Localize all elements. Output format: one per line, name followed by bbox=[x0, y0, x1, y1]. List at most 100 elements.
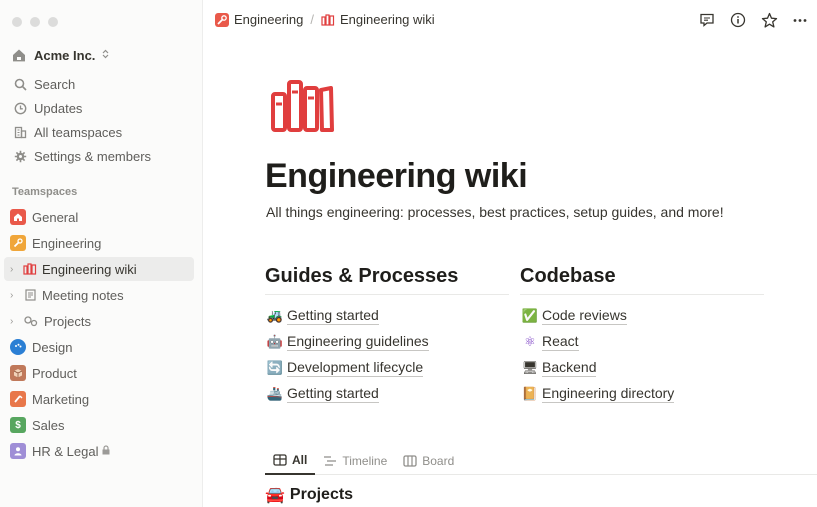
gear-icon bbox=[11, 150, 29, 163]
sidebar-item-product[interactable]: Product bbox=[4, 361, 194, 385]
page-title[interactable]: Engineering wiki bbox=[265, 157, 528, 196]
home-icon bbox=[10, 209, 26, 225]
workspace-name: Acme Inc. bbox=[34, 47, 96, 63]
link-engineering-directory[interactable]: 📔 Engineering directory bbox=[520, 384, 675, 404]
tab-label: Timeline bbox=[342, 454, 388, 468]
sidebar-item-updates[interactable]: Updates bbox=[4, 96, 194, 120]
sidebar-item-engineering[interactable]: Engineering bbox=[4, 231, 194, 255]
link-backend[interactable]: 🖥 Backend bbox=[520, 358, 597, 378]
link-label: Engineering guidelines bbox=[287, 333, 429, 351]
sidebar-item-all-teamspaces[interactable]: All teamspaces bbox=[4, 120, 194, 144]
chevron-updown-icon bbox=[102, 49, 109, 61]
search-icon bbox=[11, 78, 29, 91]
minimize-window-button[interactable] bbox=[30, 17, 40, 27]
teamspaces-heading: Teamspaces bbox=[12, 186, 78, 198]
notebook-icon: 📔 bbox=[521, 386, 539, 401]
sidebar-item-sales[interactable]: $ Sales bbox=[4, 413, 194, 437]
wrench-icon bbox=[215, 12, 229, 27]
link-label: Development lifecycle bbox=[287, 359, 424, 377]
sidebar-item-label: All teamspaces bbox=[34, 124, 123, 140]
sidebar-item-label: Projects bbox=[44, 313, 91, 329]
tab-label: All bbox=[292, 453, 308, 467]
projects-heading[interactable]: 🚘 Projects bbox=[265, 485, 353, 505]
sidebar-item-projects[interactable]: › Projects bbox=[4, 309, 194, 333]
view-tabs: All Timeline Board bbox=[265, 447, 817, 475]
cycle-icon: 🔄 bbox=[266, 360, 284, 375]
sidebar-item-label: Engineering bbox=[32, 235, 102, 251]
board-icon bbox=[403, 455, 417, 467]
link-label: Engineering directory bbox=[542, 385, 675, 403]
page-books-icon[interactable] bbox=[270, 78, 334, 139]
breadcrumb-parent[interactable]: Engineering bbox=[234, 12, 303, 27]
books-icon bbox=[22, 261, 38, 277]
sidebar-item-design[interactable]: Design bbox=[4, 335, 194, 359]
sidebar-item-engineering-wiki[interactable]: › Engineering wiki bbox=[4, 257, 194, 281]
clock-icon bbox=[11, 102, 29, 115]
maximize-window-button[interactable] bbox=[48, 17, 58, 27]
breadcrumb: Engineering / Engineering wiki bbox=[215, 12, 435, 27]
gears-icon bbox=[22, 313, 40, 329]
sidebar-item-marketing[interactable]: Marketing bbox=[4, 387, 194, 411]
link-getting-started[interactable]: 🚜 Getting started bbox=[265, 306, 379, 326]
sidebar-item-label: Search bbox=[34, 76, 76, 92]
sidebar-item-label: Design bbox=[32, 339, 73, 355]
sidebar-item-search[interactable]: Search bbox=[4, 72, 194, 96]
tab-all[interactable]: All bbox=[265, 447, 316, 475]
sidebar-item-settings[interactable]: Settings & members bbox=[4, 144, 194, 168]
note-icon bbox=[22, 287, 38, 303]
sidebar: Acme Inc. Search Updates All teamspaces … bbox=[0, 0, 203, 507]
robot-icon: 🤖 bbox=[266, 334, 284, 349]
sidebar-item-general[interactable]: General bbox=[4, 205, 194, 229]
page-subtitle[interactable]: All things engineering: processes, best … bbox=[266, 204, 724, 220]
table-icon bbox=[273, 454, 287, 466]
monitor-icon: 🖥 bbox=[521, 360, 539, 375]
topbar: Engineering / Engineering wiki bbox=[203, 0, 817, 42]
sidebar-item-hr-legal[interactable]: HR & Legal bbox=[4, 439, 194, 463]
comment-icon[interactable] bbox=[698, 11, 716, 29]
guides-heading[interactable]: Guides & Processes bbox=[265, 265, 509, 295]
info-icon[interactable] bbox=[729, 11, 747, 29]
link-label: Backend bbox=[542, 359, 597, 377]
chevron-right-icon[interactable]: › bbox=[10, 290, 20, 301]
books-icon bbox=[321, 13, 335, 26]
car-icon: 🚘 bbox=[265, 487, 285, 504]
tab-label: Board bbox=[422, 454, 455, 468]
sidebar-item-label: Updates bbox=[34, 100, 83, 116]
sidebar-item-label: HR & Legal bbox=[32, 443, 99, 459]
tractor-icon: 🚜 bbox=[266, 308, 284, 323]
tab-timeline[interactable]: Timeline bbox=[315, 447, 395, 475]
lock-icon bbox=[102, 444, 110, 458]
tab-board[interactable]: Board bbox=[395, 447, 462, 475]
box-icon bbox=[10, 365, 26, 381]
link-label: Getting started bbox=[287, 307, 379, 325]
chevron-right-icon[interactable]: › bbox=[10, 316, 20, 327]
chevron-right-icon[interactable]: › bbox=[10, 264, 20, 275]
sidebar-item-label: Marketing bbox=[32, 391, 90, 407]
sidebar-item-label: Product bbox=[32, 365, 77, 381]
close-window-button[interactable] bbox=[12, 17, 22, 27]
sidebar-item-meeting-notes[interactable]: › Meeting notes bbox=[4, 283, 194, 307]
topbar-actions bbox=[698, 11, 809, 29]
dollar-icon: $ bbox=[10, 417, 26, 433]
codebase-heading[interactable]: Codebase bbox=[520, 265, 764, 295]
workspace-switcher[interactable]: Acme Inc. bbox=[10, 45, 109, 65]
ship-icon: 🚢 bbox=[266, 386, 284, 401]
projects-label: Projects bbox=[289, 486, 354, 503]
link-getting-started-2[interactable]: 🚢 Getting started bbox=[265, 384, 379, 404]
sidebar-item-label: Sales bbox=[32, 417, 65, 433]
sidebar-item-label: Engineering wiki bbox=[42, 261, 137, 277]
link-code-reviews[interactable]: ✅ Code reviews bbox=[520, 306, 627, 326]
person-icon bbox=[10, 443, 26, 459]
link-development-lifecycle[interactable]: 🔄 Development lifecycle bbox=[265, 358, 424, 378]
breadcrumb-current[interactable]: Engineering wiki bbox=[340, 12, 435, 27]
palette-icon bbox=[10, 339, 26, 355]
star-icon[interactable] bbox=[760, 11, 778, 29]
more-icon[interactable] bbox=[791, 11, 809, 29]
link-react[interactable]: ⚛ React bbox=[520, 332, 579, 352]
link-label: React bbox=[542, 333, 579, 351]
timeline-icon bbox=[323, 455, 337, 467]
link-engineering-guidelines[interactable]: 🤖 Engineering guidelines bbox=[265, 332, 429, 352]
sidebar-item-label: Settings & members bbox=[34, 148, 152, 164]
link-label: Code reviews bbox=[542, 307, 627, 325]
atom-icon: ⚛ bbox=[524, 334, 536, 349]
